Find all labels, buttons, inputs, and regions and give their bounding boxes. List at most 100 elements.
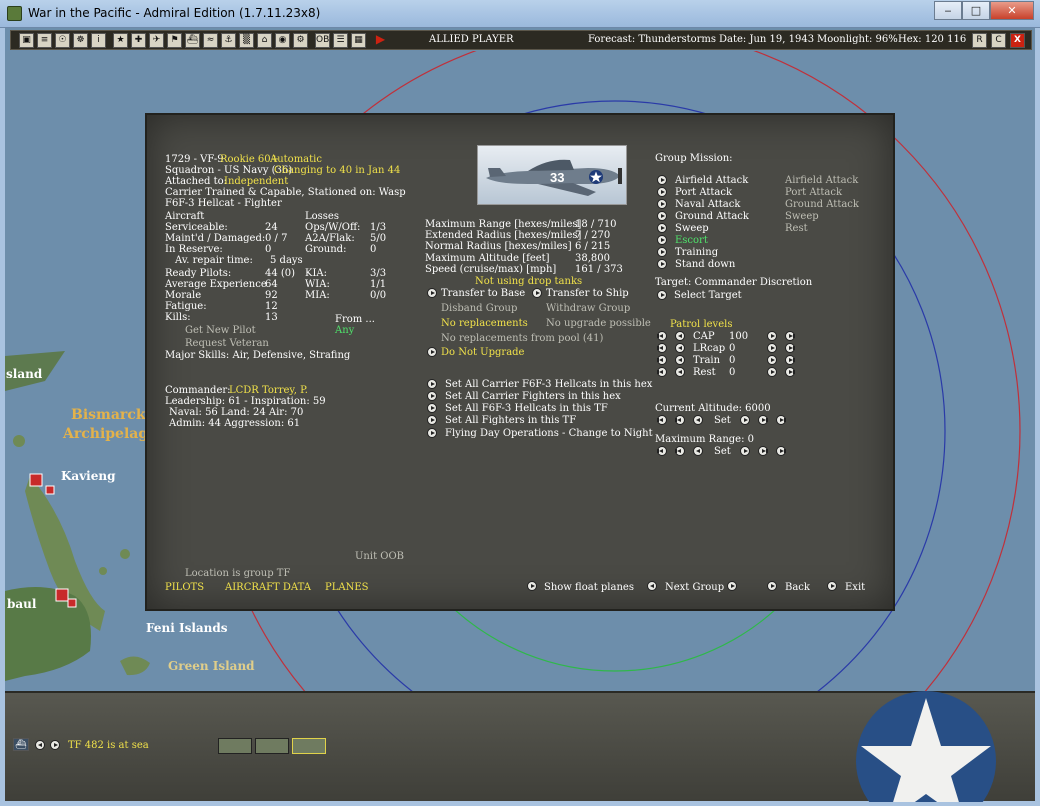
secondary-mission-option[interactable]: Port Attack: [785, 187, 842, 198]
weather-icon[interactable]: ≈: [203, 33, 218, 48]
day-night-toggle[interactable]: Flying Day Operations - Change to Night: [445, 428, 653, 439]
set-all-c-arrow-icon[interactable]: [427, 403, 437, 413]
close-button[interactable]: ✕: [990, 1, 1034, 20]
base-icon[interactable]: ☉: [55, 33, 70, 48]
range-increase-med-icon[interactable]: [758, 446, 768, 456]
mission-option[interactable]: Sweep: [675, 223, 709, 234]
medical-icon[interactable]: ✚: [131, 33, 146, 48]
pilot-source-value[interactable]: Any: [335, 325, 354, 336]
ship-slot-2-icon[interactable]: [255, 738, 289, 754]
end-turn-icon[interactable]: ▶: [373, 33, 388, 48]
mission-option[interactable]: Port Attack: [675, 187, 732, 198]
attached-value[interactable]: Independent: [224, 176, 288, 187]
map-overlay-icon[interactable]: ▦: [351, 33, 366, 48]
patrol-decrease-icon[interactable]: [675, 343, 685, 353]
set-all-carrier-hellcats-hex[interactable]: Set All Carrier F6F-3 Hellcats in this h…: [445, 379, 652, 390]
minimize-button[interactable]: ‒: [934, 1, 962, 20]
withdraw-group-button[interactable]: Withdraw Group: [546, 303, 630, 314]
set-all-hellcats-tf[interactable]: Set All F6F-3 Hellcats in this TF: [445, 403, 608, 414]
mission-radio-icon[interactable]: [657, 211, 667, 221]
commander-name[interactable]: LCDR Torrey, P.: [229, 385, 308, 396]
mission-option[interactable]: Airfield Attack: [675, 175, 748, 186]
transfer-to-ship-button[interactable]: Transfer to Ship: [546, 288, 629, 299]
ship-icon[interactable]: ⛴: [13, 738, 29, 751]
patrol-increase-icon[interactable]: [785, 367, 795, 377]
range-increase-icon[interactable]: [740, 446, 750, 456]
patrol-increase-icon[interactable]: [767, 343, 777, 353]
oob-icon[interactable]: OB: [315, 33, 330, 48]
patrol-increase-icon[interactable]: [767, 367, 777, 377]
select-target-arrow-icon[interactable]: [657, 290, 667, 300]
mission-option[interactable]: Stand down: [675, 259, 735, 270]
patrol-decrease-icon[interactable]: [657, 331, 667, 341]
secondary-mission-option[interactable]: Airfield Attack: [785, 175, 858, 186]
list-icon[interactable]: ☰: [333, 33, 348, 48]
patrol-increase-icon[interactable]: [785, 343, 795, 353]
fleet-icon[interactable]: ⛴: [185, 33, 200, 48]
range-decrease-big-icon[interactable]: [657, 446, 667, 456]
altitude-decrease-big-icon[interactable]: [657, 415, 667, 425]
set-all-a-arrow-icon[interactable]: [427, 379, 437, 389]
show-float-planes-button[interactable]: Show float planes: [544, 582, 634, 593]
prev-tf-icon[interactable]: [35, 740, 45, 750]
altitude-increase-icon[interactable]: [740, 415, 750, 425]
mission-radio-icon[interactable]: [657, 223, 667, 233]
flag-icon[interactable]: ⚑: [167, 33, 182, 48]
mission-radio-icon[interactable]: [657, 247, 667, 257]
set-all-b-arrow-icon[interactable]: [427, 391, 437, 401]
set-all-e-arrow-icon[interactable]: [427, 428, 437, 438]
select-target-button[interactable]: Select Target: [674, 290, 742, 301]
do-not-upgrade-toggle[interactable]: Do Not Upgrade: [441, 347, 524, 358]
mission-option[interactable]: Ground Attack: [675, 211, 749, 222]
city-icon[interactable]: ⌂: [257, 33, 272, 48]
drop-tanks-toggle[interactable]: Not using drop tanks: [475, 276, 582, 287]
report-icon[interactable]: ≡: [37, 33, 52, 48]
patrol-decrease-icon[interactable]: [657, 343, 667, 353]
patrol-decrease-icon[interactable]: [675, 355, 685, 365]
mission-radio-icon[interactable]: [657, 259, 667, 269]
planes-tab[interactable]: PLANES: [325, 582, 369, 593]
set-all-fighters-tf[interactable]: Set All Fighters in this TF: [445, 415, 576, 426]
upgrade-arrow-icon[interactable]: [427, 347, 437, 357]
set-all-carrier-fighters-hex[interactable]: Set All Carrier Fighters in this hex: [445, 391, 621, 402]
aircraft-data-tab[interactable]: AIRCRAFT DATA: [225, 582, 311, 593]
exit-game-icon[interactable]: X: [1010, 33, 1025, 48]
patrol-increase-icon[interactable]: [767, 355, 777, 365]
maximize-button[interactable]: □: [962, 1, 990, 20]
request-veteran-button[interactable]: Request Veteran: [185, 338, 269, 349]
pilots-tab[interactable]: PILOTS: [165, 582, 204, 593]
exit-arrow-icon[interactable]: [827, 581, 837, 591]
set-all-d-arrow-icon[interactable]: [427, 415, 437, 425]
next-group-icon[interactable]: [727, 581, 737, 591]
mission-radio-icon[interactable]: [657, 199, 667, 209]
range-decrease-med-icon[interactable]: [675, 446, 685, 456]
disband-group-button[interactable]: Disband Group: [441, 303, 517, 314]
aircraft-icon[interactable]: ✈: [149, 33, 164, 48]
unit-mode[interactable]: Automatic: [270, 154, 322, 165]
get-new-pilot-button[interactable]: Get New Pilot: [185, 325, 256, 336]
patrol-increase-icon[interactable]: [785, 355, 795, 365]
altitude-decrease-icon[interactable]: [693, 415, 703, 425]
patrol-decrease-icon[interactable]: [675, 367, 685, 377]
target-icon[interactable]: ◉: [275, 33, 290, 48]
altitude-decrease-med-icon[interactable]: [675, 415, 685, 425]
prev-group-icon[interactable]: [647, 581, 657, 591]
back-arrow-icon[interactable]: [767, 581, 777, 591]
mission-option[interactable]: Escort: [675, 235, 708, 246]
star-icon[interactable]: ★: [113, 33, 128, 48]
patrol-increase-icon[interactable]: [785, 331, 795, 341]
transfer-base-arrow-icon[interactable]: [427, 288, 437, 298]
mission-radio-icon[interactable]: [657, 187, 667, 197]
grid-icon[interactable]: ▒: [239, 33, 254, 48]
info-icon[interactable]: i: [91, 33, 106, 48]
back-button[interactable]: Back: [785, 582, 810, 593]
altitude-increase-med-icon[interactable]: [758, 415, 768, 425]
altitude-set-button[interactable]: Set: [714, 415, 731, 426]
ship-slot-1-icon[interactable]: [218, 738, 252, 754]
secondary-mission-option[interactable]: Sweep: [785, 211, 819, 222]
mission-option[interactable]: Training: [675, 247, 718, 258]
mission-radio-icon[interactable]: [657, 175, 667, 185]
ship-slot-3-icon[interactable]: [292, 738, 326, 754]
mission-option[interactable]: Naval Attack: [675, 199, 740, 210]
range-set-button[interactable]: Set: [714, 446, 731, 457]
